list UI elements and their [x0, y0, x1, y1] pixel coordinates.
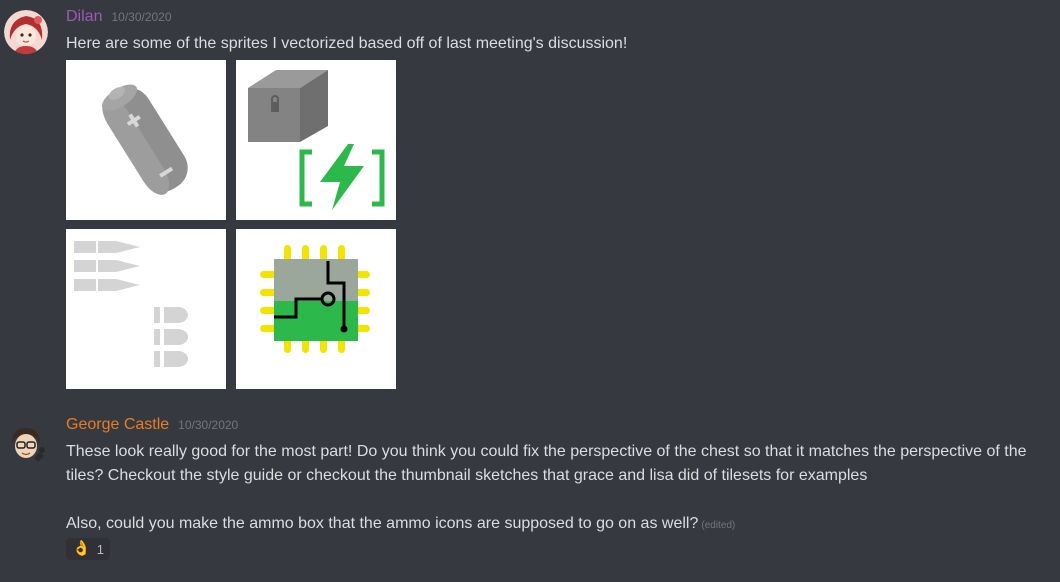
username[interactable]: Dilan	[66, 8, 102, 26]
chat-log: Dilan 10/30/2020 Here are some of the sp…	[0, 0, 1060, 582]
message-header: Dilan 10/30/2020	[66, 8, 1040, 32]
chest-sprite[interactable]	[236, 60, 396, 220]
image-attachments[interactable]	[66, 60, 396, 389]
followup-text: Also, could you make the ammo box that t…	[66, 515, 699, 532]
message-header: George Castle 10/30/2020	[66, 416, 1040, 440]
message-text: These look really good for the most part…	[66, 443, 1027, 484]
message-content: George Castle 10/30/2020 These look real…	[66, 416, 1040, 538]
bullets-sprite[interactable]	[66, 229, 226, 389]
message-text: Here are some of the sprites I vectorize…	[66, 35, 628, 52]
timestamp: 10/30/2020	[111, 10, 172, 24]
timestamp: 10/30/2020	[178, 418, 239, 432]
edited-label: (edited)	[701, 520, 736, 531]
avatar[interactable]	[4, 10, 48, 54]
battery-sprite[interactable]	[66, 60, 226, 220]
reaction-button[interactable]: 👌 1	[66, 538, 110, 560]
avatar[interactable]	[4, 422, 48, 466]
chip-sprite[interactable]	[236, 229, 396, 389]
message-content: Dilan 10/30/2020 Here are some of the sp…	[66, 8, 1040, 389]
reaction-count: 1	[96, 541, 104, 557]
username[interactable]: George Castle	[66, 416, 169, 434]
message-text-followup: Also, could you make the ammo box that t…	[66, 512, 1036, 538]
ok-hand-icon: 👌	[72, 540, 91, 557]
